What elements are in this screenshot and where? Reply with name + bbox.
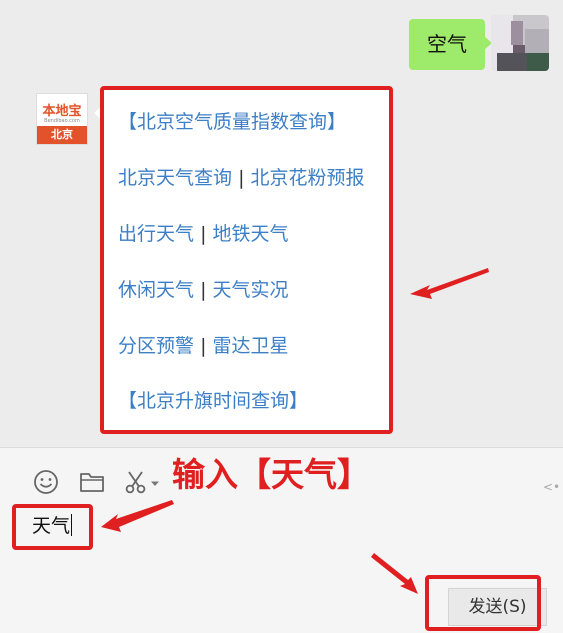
arrow-to-bot-menu xyxy=(410,268,489,299)
arrow-to-send-button xyxy=(371,553,418,594)
annotation-arrows xyxy=(101,268,489,594)
arrow-to-input xyxy=(101,500,174,532)
